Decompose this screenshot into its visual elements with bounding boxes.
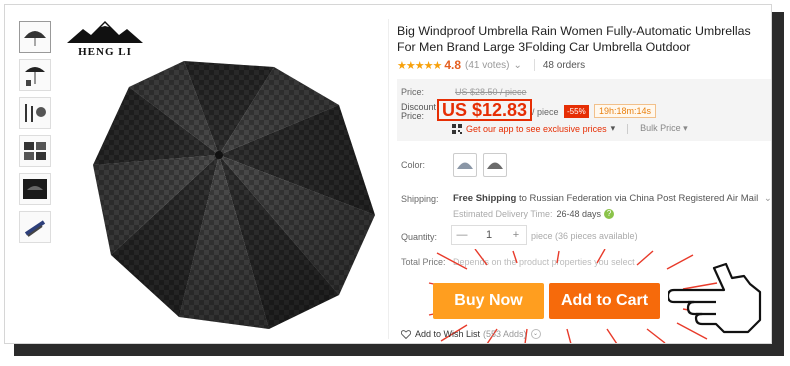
countdown-timer: 19h:18m:14s [594, 104, 657, 118]
shipping-label: Shipping: [401, 194, 439, 204]
umbrella-swatch-icon [487, 162, 503, 169]
thumbnail-5[interactable] [19, 173, 51, 205]
umbrella-rain-thumb-icon [23, 179, 47, 199]
pointing-hand-icon [668, 262, 762, 334]
quantity-label: Quantity: [401, 232, 438, 242]
original-price: US $28.50 / piece [455, 87, 527, 97]
thumbnail-2[interactable] [19, 59, 51, 91]
product-title: Big Windproof Umbrella Rain Women Fully-… [397, 24, 751, 54]
color-swatch-blue-gray[interactable] [453, 153, 477, 177]
app-offer-link[interactable]: Get our app to see exclusive prices [466, 124, 607, 134]
umbrella-closed-thumb-icon [24, 220, 46, 237]
thumbnail-6[interactable] [19, 211, 51, 243]
qty-input[interactable]: 1 [486, 229, 492, 241]
per-unit: / piece [532, 107, 559, 117]
color-swatch-gray[interactable] [483, 153, 507, 177]
discount-badge: -55% [564, 105, 589, 118]
wish-list-row[interactable]: Add to Wish List (553 Adds) ⌄ [401, 329, 541, 339]
divider [388, 19, 389, 339]
frame-shadow-bottom [14, 344, 784, 356]
discount-price-label: Discount Price: [401, 102, 437, 121]
thumbnail-strip [19, 21, 53, 249]
votes-link[interactable]: (41 votes) [465, 60, 509, 71]
orders-count: 48 orders [542, 59, 586, 71]
bulk-price-link[interactable]: Bulk Price ▾ [640, 123, 688, 134]
rating-separator [533, 59, 535, 71]
app-offer-chevron-icon[interactable]: ▾ [611, 123, 616, 134]
shipping-chevron-icon[interactable]: ⌄ [764, 193, 771, 204]
wish-chevron-icon[interactable]: ⌄ [530, 329, 541, 339]
qr-code-icon [452, 123, 462, 134]
help-icon[interactable]: ? [604, 209, 615, 219]
main-product-image[interactable] [89, 55, 379, 331]
color-label: Color: [401, 160, 426, 170]
rating-stars-icon: ★★★★★ [397, 59, 442, 72]
buy-now-button[interactable]: Buy Now [433, 283, 544, 319]
thumbnail-3[interactable] [19, 97, 51, 129]
thumbnail-4[interactable] [19, 135, 51, 167]
product-card: HENG LI Big Windproof Umbrella Rain Wome… [4, 4, 772, 344]
quantity-stepper: — 1 + [451, 225, 527, 245]
wish-count: (553 Adds) [483, 329, 527, 339]
free-shipping: Free Shipping [453, 193, 517, 204]
wish-list-link[interactable]: Add to Wish List [415, 329, 480, 339]
umbrella-diagram-thumb-icon [25, 104, 46, 122]
shipping-info[interactable]: Free Shipping to Russian Federation via … [453, 193, 771, 204]
umbrella-swatch-icon [457, 162, 473, 169]
umbrella-thumb-icon [24, 31, 46, 46]
mountain-logo-icon [67, 21, 143, 43]
brand-logo: HENG LI [65, 21, 145, 58]
delivery-time: Estimated Delivery Time: 26-48 days ? [453, 209, 615, 219]
app-offer-separator [627, 123, 629, 134]
shipping-method: to Russian Federation via China Post Reg… [518, 193, 759, 204]
qty-decrease-button[interactable]: — [452, 229, 472, 241]
heart-icon [401, 329, 411, 339]
umbrella-open-thumb-icon [25, 67, 45, 86]
eta-days: 26-48 days [556, 209, 602, 219]
add-to-cart-button[interactable]: Add to Cart [549, 283, 660, 319]
qty-increase-button[interactable]: + [506, 229, 526, 241]
app-offer-row[interactable]: Get our app to see exclusive prices ▾ Bu… [452, 123, 688, 134]
rating-row: ★★★★★ 4.8 (41 votes) ⌄ 48 orders [397, 58, 585, 72]
eta-label: Estimated Delivery Time: [453, 209, 553, 219]
discount-price: US $12.83 [437, 99, 533, 121]
thumbnail-1[interactable] [19, 21, 51, 53]
frame-shadow-right [772, 12, 784, 352]
price-label: Price: [401, 87, 425, 97]
rating-value: 4.8 [444, 58, 461, 72]
umbrella-detail-thumb-icon [24, 142, 46, 160]
qty-available: piece (36 pieces available) [531, 231, 638, 241]
votes-chevron-icon[interactable]: ⌄ [513, 60, 521, 71]
